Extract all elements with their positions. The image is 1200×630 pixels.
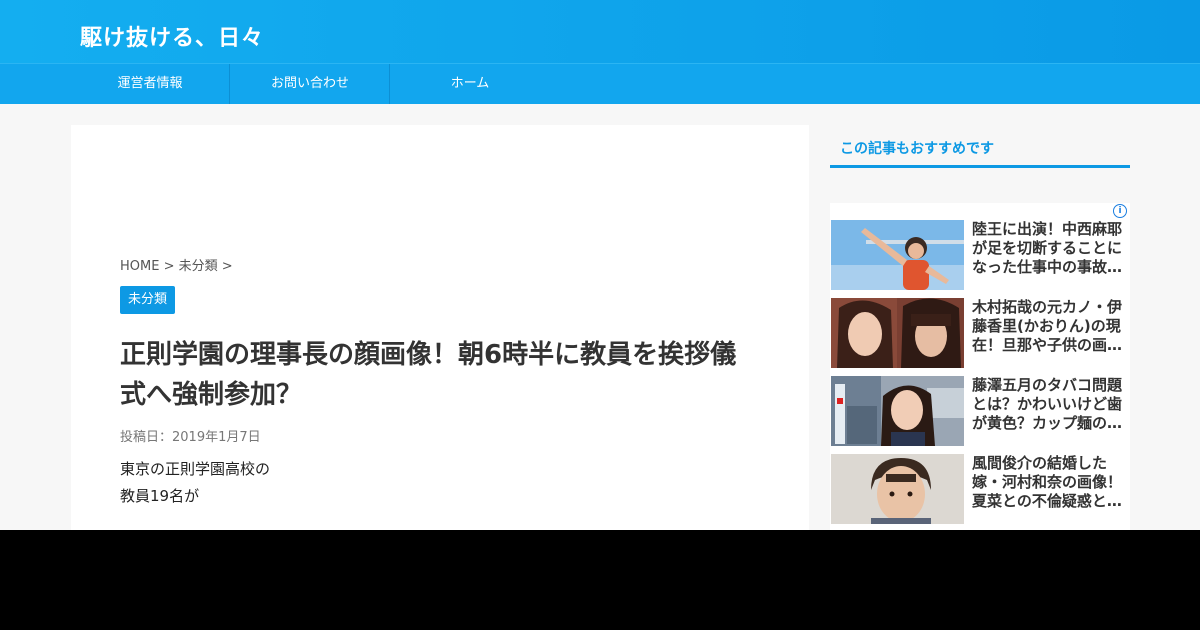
breadcrumb: HOME > 未分類 >	[120, 255, 233, 274]
thumbnail-image	[831, 454, 964, 524]
global-nav: 運営者情報 お問い合わせ ホーム	[0, 63, 1200, 104]
thumbnail-image	[831, 298, 964, 368]
article-main: HOME > 未分類 > 未分類 正則学園の理事長の顔画像！朝6時半に教員を挨拶…	[71, 125, 809, 545]
site-header: 駆け抜ける、日々	[0, 0, 1200, 63]
recommended-item[interactable]: 風間俊介の結婚した嫁・河村和奈の画像！夏菜との不倫疑惑とは？	[831, 454, 1129, 524]
article-body-line: 東京の正則学園高校の	[120, 460, 271, 478]
recommended-item-title[interactable]: 藤澤五月のタバコ問題とは？かわいいけど歯が黄色？カップ麺の噂も	[972, 376, 1130, 446]
recommended-item-title[interactable]: 風間俊介の結婚した嫁・河村和奈の画像！夏菜との不倫疑惑とは？	[972, 454, 1130, 524]
recommended-item[interactable]: 藤澤五月のタバコ問題とは？かわいいけど歯が黄色？カップ麺の噂も	[831, 376, 1129, 446]
nav-item-contact[interactable]: お問い合わせ	[230, 64, 390, 104]
breadcrumb-home-link[interactable]: HOME	[120, 259, 159, 274]
article-body-line: 教員19名が	[120, 487, 200, 505]
article-title: 正則学園の理事長の顔画像！朝6時半に教員を挨拶儀式へ強制参加？	[120, 340, 737, 410]
info-icon[interactable]: i	[1113, 204, 1127, 218]
breadcrumb-separator: >	[159, 259, 179, 274]
nav-item-home[interactable]: ホーム	[390, 64, 550, 104]
thumbnail-image	[831, 376, 964, 446]
nav-item-about[interactable]: 運営者情報	[70, 64, 230, 104]
thumbnail-image	[831, 220, 964, 290]
recommended-item-title[interactable]: 木村拓哉の元カノ・伊藤香里(かおりん)の現在！旦那や子供の画像は？	[972, 298, 1130, 368]
recommended-item[interactable]: 陸王に出演！中西麻耶が足を切断することになった仕事中の事故とは？	[831, 220, 1129, 290]
breadcrumb-category-link[interactable]: 未分類	[179, 259, 218, 274]
recommended-item-title[interactable]: 陸王に出演！中西麻耶が足を切断することになった仕事中の事故とは？	[972, 220, 1130, 290]
black-bar	[0, 530, 1200, 630]
sidebar-heading-text: この記事もおすすめです	[840, 141, 994, 157]
category-badge[interactable]: 未分類	[120, 286, 176, 314]
site-title-link[interactable]: 駆け抜ける、日々	[80, 20, 264, 52]
post-date: 投稿日：2019年1月7日	[120, 430, 261, 445]
recommended-item[interactable]: 木村拓哉の元カノ・伊藤香里(かおりん)の現在！旦那や子供の画像は？	[831, 298, 1129, 368]
breadcrumb-separator: >	[217, 259, 233, 274]
recommended-widget: i 陸王に出演！中西麻耶が足を切断することになった仕事中の事故とは？	[830, 203, 1130, 543]
sidebar-heading: この記事もおすすめです	[830, 126, 1130, 168]
